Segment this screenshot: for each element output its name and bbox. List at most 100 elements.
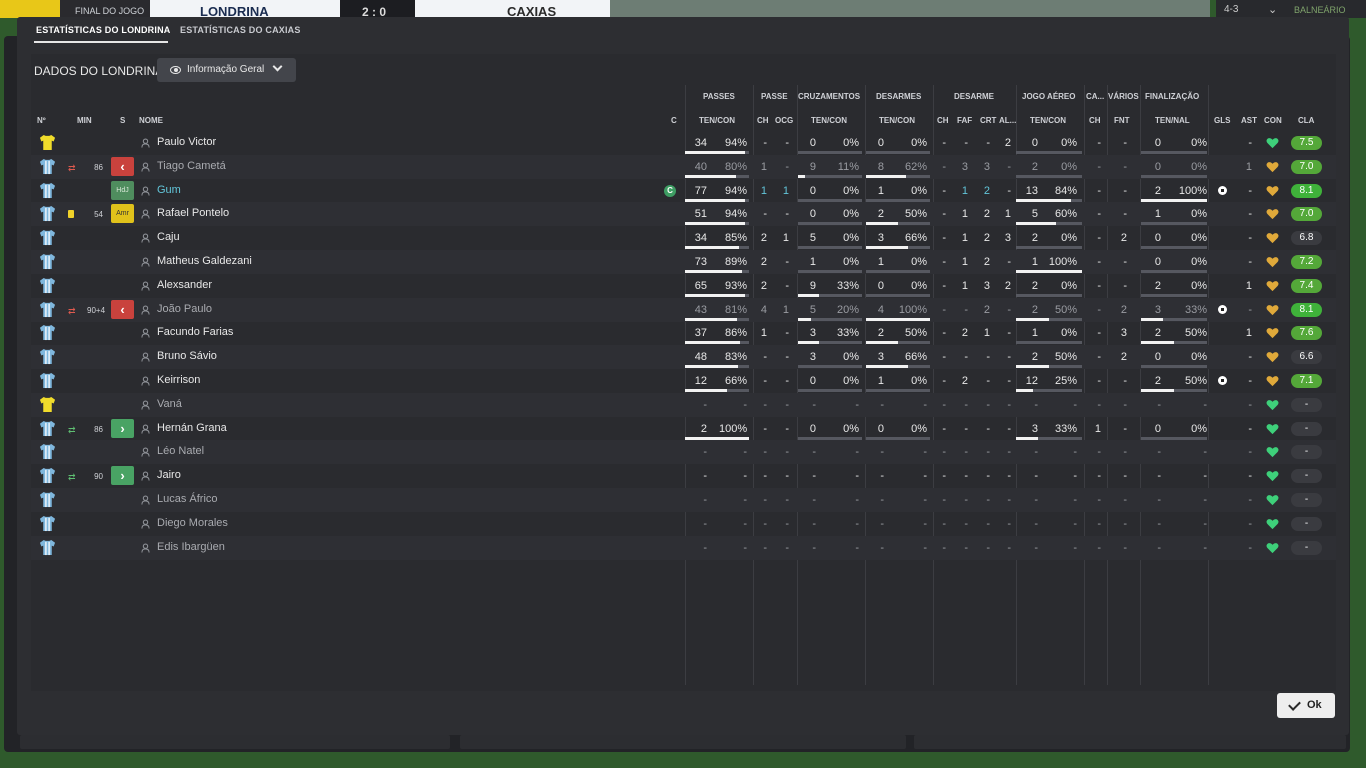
headers-completion: 0%	[1061, 137, 1077, 149]
player-name[interactable]: Keirrison	[157, 374, 200, 386]
player-rating: 7.4	[1291, 278, 1322, 293]
table-row[interactable]: Alexsander 65 93% 2 - 9 33% 0 0% - 1 3 2 2 0% - - 2 0% 1 7.4	[31, 274, 1336, 298]
tackles-completion: 0%	[911, 279, 927, 292]
interceptions: 2	[983, 208, 990, 221]
table-row[interactable]: HdJ Gum C 77 94% 1 1 0 0% 1 0% -1 2-13 84% - -2 100% -8.1	[31, 179, 1336, 203]
player-name[interactable]: Facundo Farias	[157, 326, 233, 338]
condition-heart-icon	[1266, 470, 1279, 482]
shots: 0	[1154, 137, 1161, 149]
col-header-ch[interactable]: CH	[757, 116, 769, 125]
table-row[interactable]: Edis Ibargüen - - - - - - - - - - - - - - - - - - - -	[31, 535, 1336, 560]
col-header-cla[interactable]: CLA	[1298, 116, 1314, 125]
headers-completion: 0%	[1061, 279, 1077, 292]
table-row[interactable]: Matheus Galdezani 73 89% 2 - 1 0% 1 0% - 1 2 - 1 100% -…	[31, 250, 1336, 274]
col-header-con[interactable]: CON	[1264, 116, 1282, 125]
col-header-ocg[interactable]: OCG	[775, 116, 793, 125]
col-header-faf[interactable]: FAF	[957, 116, 972, 125]
table-row[interactable]: Facundo Farias 37 86% 1 - 3 33% 2 50% - 2 1 - 1 0% - 3 2 5…	[31, 321, 1336, 345]
passes-completion: 66%	[724, 375, 747, 387]
table-row[interactable]: 54 Amr Rafael Pontelo 51 94% - - 0 0% 2 50% - 1 2 1 5 60…	[31, 202, 1336, 227]
player-name[interactable]: Matheus Galdezani	[157, 255, 252, 267]
table-row[interactable]: Bruno Sávio 48 83% - - 3 0% 3 66% - - - - 2 50% - 2 0 0% - 6…	[31, 345, 1336, 370]
player-name[interactable]: Bruno Sávio	[157, 350, 217, 362]
col-header-passes-ten-con[interactable]: TEN/CON	[699, 116, 735, 125]
tab-home-stats[interactable]: ESTATÍSTICAS DO LONDRINA	[36, 25, 170, 35]
yellow-card-icon	[68, 210, 74, 220]
fouls-against: -	[1123, 541, 1127, 554]
player-name[interactable]: Paulo Victor	[157, 136, 216, 148]
collapse-chevron-icon[interactable]: ⌄	[1268, 3, 1277, 16]
view-dropdown[interactable]: Informação Geral	[157, 58, 296, 82]
player-name[interactable]: Jairo	[157, 469, 181, 481]
player-name[interactable]: Edis Ibargüen	[157, 541, 225, 553]
col-header-crt[interactable]: CRT	[980, 116, 996, 125]
player-name[interactable]: Diego Morales	[157, 517, 228, 529]
table-row[interactable]: Caju 34 85% 2 1 5 0% 3 66% - 1 2 3 2 0% - 2 0 0% - 6.8	[31, 226, 1336, 250]
table-row[interactable]: Diego Morales - - - - - - - - - - - - - - - - - - - -	[31, 512, 1336, 536]
table-row[interactable]: Lucas Áfrico - - - - - - - - - - - - - - - - - - - -	[31, 488, 1336, 512]
col-header-nome[interactable]: NOME	[139, 116, 163, 125]
player-name[interactable]: Hernán Grana	[157, 422, 227, 434]
tackles-completion: 62%	[904, 160, 927, 173]
player-name[interactable]: Tiago Cametá	[157, 160, 226, 172]
table-row[interactable]: ⇄ 90 › Jairo - - - - - - - - - - - - - - - - - - - -	[31, 464, 1336, 488]
tackles-attempted: -	[880, 470, 884, 483]
tackles-completion: -	[923, 470, 927, 483]
clearances: -	[1007, 446, 1011, 459]
fouls: 1	[961, 279, 968, 292]
col-header-al[interactable]: AL...	[999, 116, 1016, 125]
col-header-no[interactable]: Nº	[37, 116, 46, 125]
interceptions: -	[986, 517, 990, 530]
shots-bar	[1141, 198, 1207, 202]
headers-bar	[1016, 293, 1082, 297]
key-passes: -	[763, 422, 767, 435]
player-name[interactable]: Vaná	[157, 398, 182, 410]
fouls-against: 2	[1120, 351, 1127, 364]
table-row[interactable]: ⇄ 86 › Hernán Grana 2 100% - - 0 0% 0 0% - - - - 3 33% 1 - 0…	[31, 417, 1336, 441]
crosses-completion: 0%	[843, 256, 859, 268]
table-row[interactable]: Keirrison 12 66% - - 0 0% 1 0% - 2 - - 12 25% - - 2 50% - 7.…	[31, 369, 1336, 393]
fouls-against: -	[1123, 160, 1127, 173]
chances-created: -	[785, 256, 789, 268]
player-name[interactable]: João Paulo	[157, 303, 212, 315]
col-header-c[interactable]: C	[671, 116, 677, 125]
col-header-ast[interactable]: AST	[1241, 116, 1257, 125]
passes-completion: 89%	[724, 256, 747, 268]
player-rating: 7.0	[1291, 159, 1322, 174]
table-row[interactable]: Paulo Victor 34 94% - - 0 0% 0 0% - - - 2 0 0% - - 0 0% - 7.…	[31, 131, 1336, 155]
player-rating: 7.1	[1291, 374, 1322, 388]
shots-on-target: -	[1203, 517, 1207, 530]
col-header-cruz-ten-con[interactable]: TEN/CON	[811, 116, 847, 125]
chances-created: -	[785, 208, 789, 221]
tab-away-stats[interactable]: ESTATÍSTICAS DO CAXIAS	[180, 25, 301, 35]
table-row[interactable]: Vaná - - - - - - - - - - - - - - - - - - - -	[31, 392, 1336, 417]
col-header-min[interactable]: MIN	[77, 116, 92, 125]
player-icon	[141, 305, 150, 315]
col-header-fnt[interactable]: FNT	[1114, 116, 1130, 125]
player-name[interactable]: Rafael Pontelo	[157, 207, 229, 219]
assists: -	[1248, 541, 1252, 554]
headers-bar	[1016, 151, 1082, 154]
player-name[interactable]: Caju	[157, 231, 180, 243]
player-name[interactable]: Léo Natel	[157, 445, 204, 457]
headers-attempted: -	[1034, 494, 1038, 506]
dressing-room-link[interactable]: BALNEÁRIO	[1294, 5, 1346, 15]
passes-completion: -	[743, 446, 747, 459]
col-header-ten-nal[interactable]: TEN/NAL	[1155, 116, 1190, 125]
table-row[interactable]: ⇄ 86 ‹ Tiago Cametá 40 80% 1 - 9 11% 8 62% - 3 3 - 2 0% - -…	[31, 154, 1336, 179]
col-header-aereo-ten-con[interactable]: TEN/CON	[1030, 116, 1066, 125]
col-header-ch2[interactable]: CH	[937, 116, 949, 125]
interceptions: 3	[983, 279, 990, 292]
col-header-ch3[interactable]: CH	[1089, 116, 1101, 125]
col-header-des-ten-con[interactable]: TEN/CON	[879, 116, 915, 125]
player-name[interactable]: Lucas Áfrico	[157, 493, 218, 505]
table-row[interactable]: ⇄ 90+4 ‹ João Paulo 43 81% 4 1 5 20% 4 100% - - 2 - 2 50%…	[31, 297, 1336, 322]
table-row[interactable]: Léo Natel - - - - - - - - - - - - - - - - - - - -	[31, 440, 1336, 465]
ok-button[interactable]: Ok	[1277, 693, 1335, 718]
col-header-gls[interactable]: GLS	[1214, 116, 1230, 125]
col-header-s[interactable]: S	[120, 116, 125, 125]
crosses-completion: 33%	[836, 279, 859, 292]
player-name[interactable]: Gum	[157, 184, 181, 196]
player-name[interactable]: Alexsander	[157, 279, 212, 291]
interceptions: 2	[983, 232, 990, 245]
